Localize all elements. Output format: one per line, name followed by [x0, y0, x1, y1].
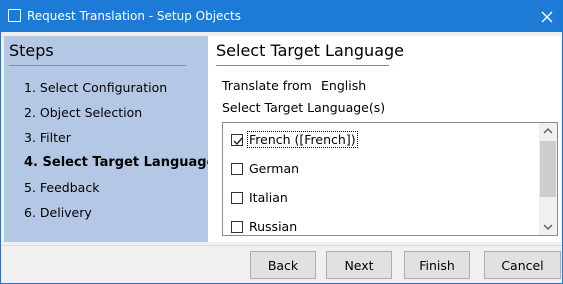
- page-title: Select Target Language: [216, 41, 404, 60]
- step-delivery: 6. Delivery: [24, 205, 92, 220]
- title-divider: [216, 65, 389, 66]
- footer-divider: [1, 245, 562, 246]
- chevron-down-icon: [543, 224, 553, 230]
- window-icon: [8, 9, 21, 22]
- step-filter: 3. Filter: [24, 130, 71, 145]
- language-label: Italian: [249, 190, 288, 205]
- title-bar[interactable]: Request Translation - Setup Objects: [1, 1, 562, 32]
- translate-from-label: Translate from: [222, 78, 312, 93]
- steps-divider: [9, 65, 186, 66]
- chevron-up-icon: [543, 128, 553, 134]
- french-checkbox[interactable]: [231, 134, 243, 146]
- language-item-italian[interactable]: Italian: [223, 184, 535, 212]
- step-select-configuration: 1. Select Configuration: [24, 80, 168, 95]
- cancel-button[interactable]: Cancel: [484, 251, 561, 279]
- language-item-french[interactable]: French ([French]): [223, 126, 535, 154]
- step-object-selection: 2. Object Selection: [24, 105, 143, 120]
- step-feedback: 5. Feedback: [24, 180, 100, 195]
- list-scrollbar[interactable]: [539, 123, 557, 235]
- language-label: Russian: [249, 219, 298, 234]
- step-select-target-language: 4. Select Target Language: [24, 155, 216, 170]
- finish-button[interactable]: Finish: [404, 251, 470, 279]
- target-language-list[interactable]: French ([French]) German Italian Russian: [222, 122, 558, 236]
- scroll-thumb[interactable]: [540, 141, 556, 197]
- russian-checkbox[interactable]: [231, 221, 243, 233]
- language-item-russian[interactable]: Russian: [223, 213, 535, 235]
- next-button[interactable]: Next: [326, 251, 392, 279]
- translate-from-value: English: [321, 78, 367, 93]
- target-language-label: Select Target Language(s): [222, 100, 386, 115]
- language-label: French ([French]): [247, 131, 358, 148]
- scroll-up-button[interactable]: [539, 123, 557, 139]
- dialog-window: Request Translation - Setup Objects Step…: [0, 0, 563, 284]
- german-checkbox[interactable]: [231, 163, 243, 175]
- steps-heading: Steps: [9, 41, 54, 60]
- scroll-down-button[interactable]: [539, 219, 557, 235]
- steps-panel: Steps 1. Select Configuration 2. Object …: [4, 36, 215, 242]
- italian-checkbox[interactable]: [231, 192, 243, 204]
- close-button[interactable]: [531, 1, 562, 32]
- language-label: German: [249, 161, 300, 176]
- window-title: Request Translation - Setup Objects: [27, 9, 241, 23]
- language-item-german[interactable]: German: [223, 155, 535, 183]
- close-icon: [541, 11, 552, 22]
- check-icon: [233, 137, 243, 146]
- dialog-body: Steps 1. Select Configuration 2. Object …: [1, 32, 562, 283]
- back-button[interactable]: Back: [250, 251, 316, 279]
- content-panel: Select Target Language Translate from En…: [208, 36, 561, 242]
